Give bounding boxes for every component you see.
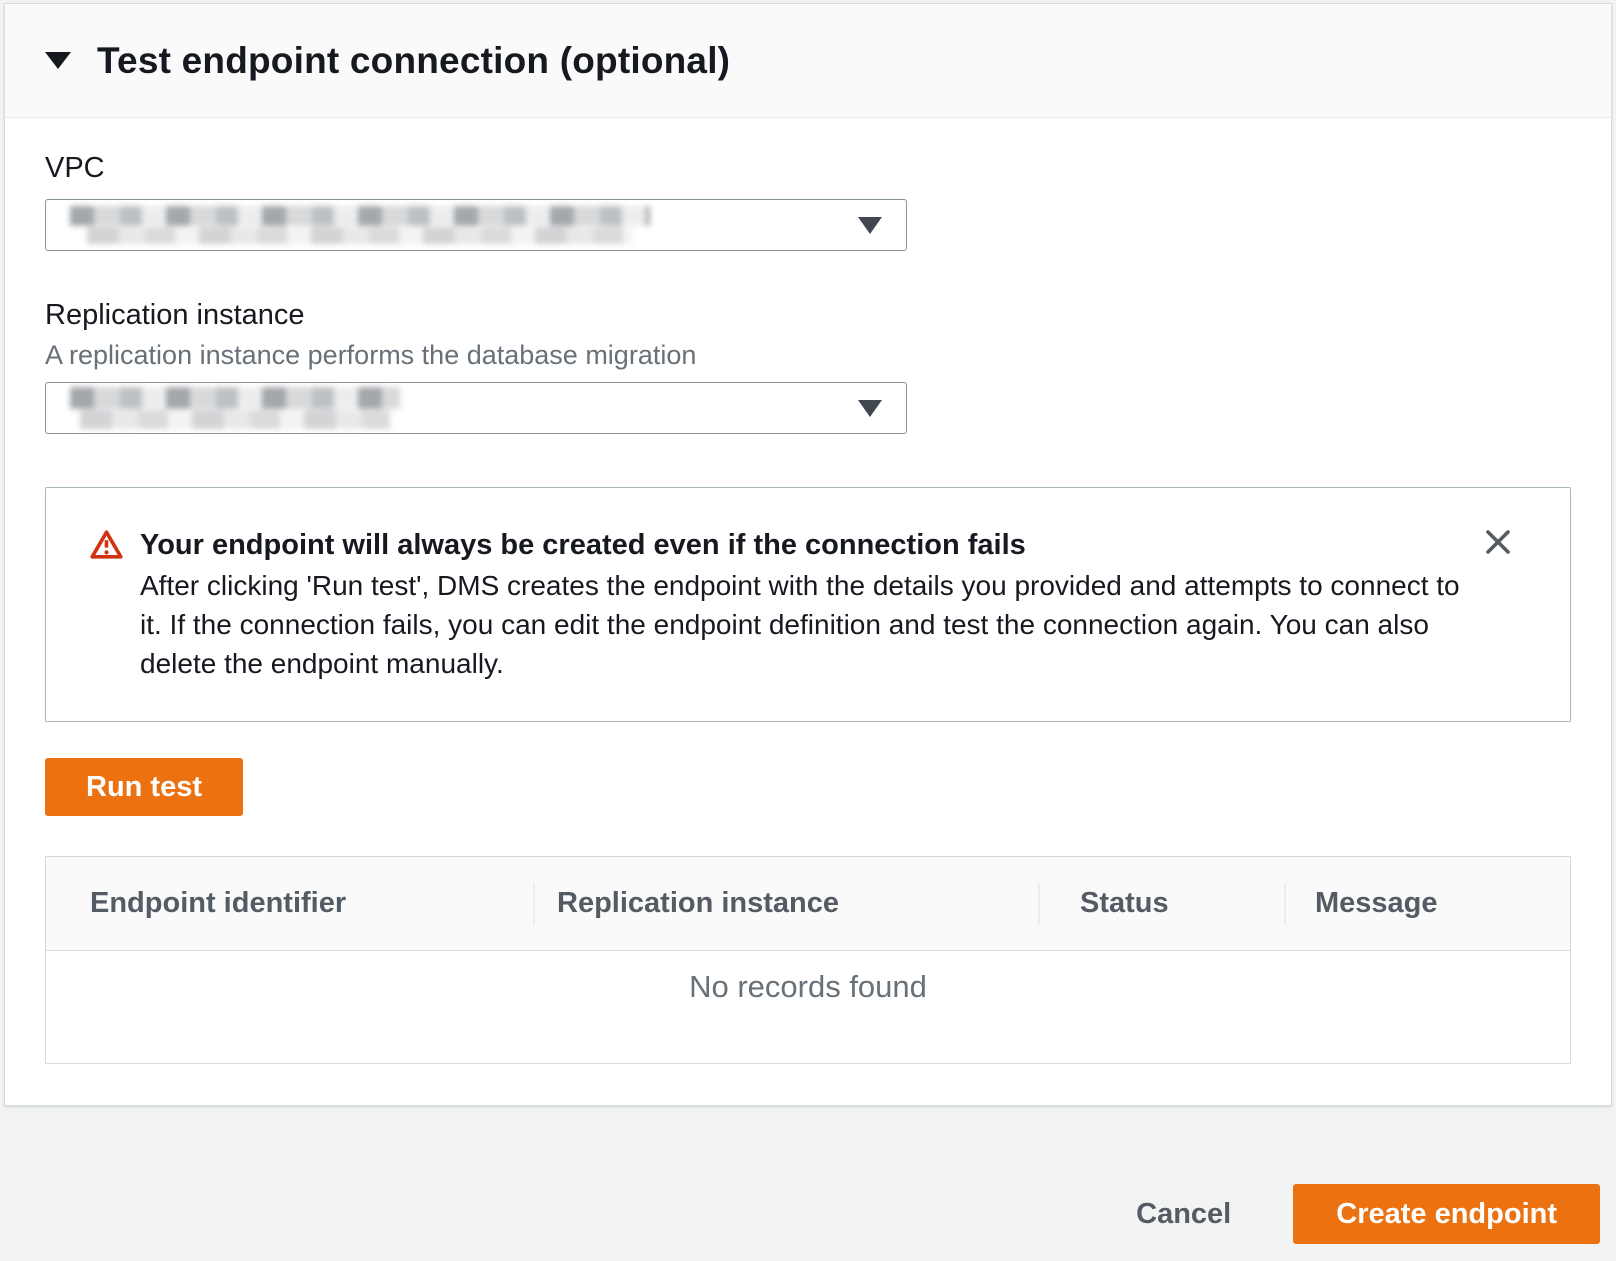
cancel-button[interactable]: Cancel <box>1136 1198 1231 1231</box>
dropdown-caret-icon <box>858 400 882 417</box>
replication-instance-label: Replication instance <box>45 298 1571 332</box>
replication-instance-selected-value-redacted <box>70 387 400 429</box>
section-header[interactable]: Test endpoint connection (optional) <box>5 4 1611 118</box>
column-header-replication-instance[interactable]: Replication instance <box>533 887 1038 920</box>
close-icon[interactable] <box>1482 526 1514 558</box>
test-endpoint-connection-panel: Test endpoint connection (optional) VPC … <box>4 3 1612 1106</box>
collapse-triangle-icon <box>45 52 71 69</box>
dropdown-caret-icon <box>858 217 882 234</box>
warning-alert-text: Your endpoint will always be created eve… <box>140 526 1470 683</box>
warning-alert-title: Your endpoint will always be created eve… <box>140 526 1470 564</box>
table-empty-state: No records found <box>46 951 1570 1063</box>
table-header-row: Endpoint identifier Replication instance… <box>46 857 1570 951</box>
warning-alert-body: After clicking 'Run test', DMS creates t… <box>140 566 1470 683</box>
replication-instance-description: A replication instance performs the data… <box>45 340 1571 370</box>
vpc-selected-value-redacted <box>70 206 650 244</box>
column-header-endpoint-identifier[interactable]: Endpoint identifier <box>46 887 533 920</box>
vpc-select[interactable] <box>45 199 907 251</box>
run-test-button[interactable]: Run test <box>45 758 243 816</box>
column-header-status[interactable]: Status <box>1038 887 1284 920</box>
test-results-table: Endpoint identifier Replication instance… <box>45 856 1571 1064</box>
section-body: VPC Replication instance A replication i… <box>5 118 1611 1105</box>
no-records-text: No records found <box>689 969 927 1005</box>
section-title: Test endpoint connection (optional) <box>97 40 730 82</box>
create-endpoint-button[interactable]: Create endpoint <box>1293 1184 1600 1244</box>
warning-alert: Your endpoint will always be created eve… <box>45 487 1571 722</box>
form-actions-footer: Cancel Create endpoint <box>0 1106 1616 1244</box>
vpc-field: VPC <box>45 151 1571 251</box>
warning-triangle-icon <box>90 529 123 565</box>
vpc-label: VPC <box>45 151 1571 185</box>
replication-instance-select[interactable] <box>45 382 907 434</box>
replication-instance-field: Replication instance A replication insta… <box>45 298 1571 434</box>
column-header-message[interactable]: Message <box>1284 887 1570 920</box>
